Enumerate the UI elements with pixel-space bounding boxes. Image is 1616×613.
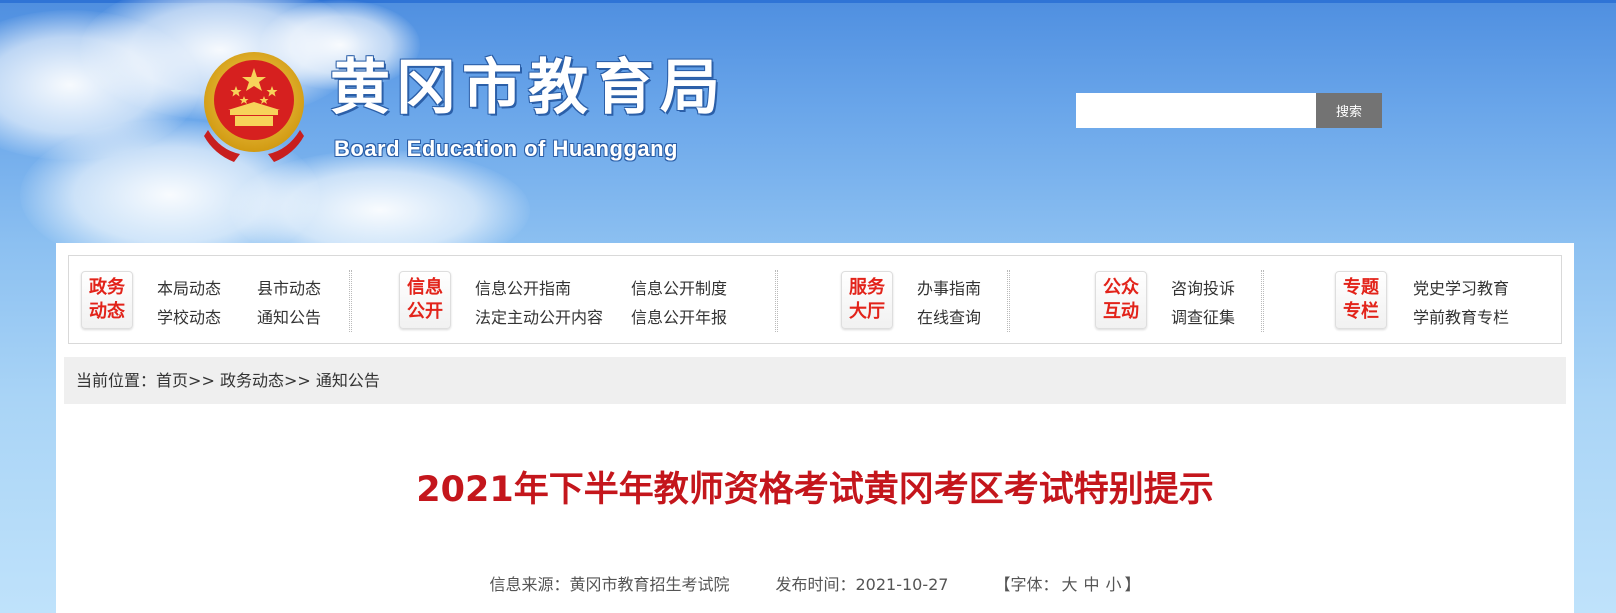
nav-divider xyxy=(1007,270,1010,332)
article-meta: 信息来源：黄冈市教育招生考试院 发布时间：2021-10-27 【字体：大中小】 xyxy=(56,571,1574,595)
breadcrumb-home[interactable]: 首页 xyxy=(156,357,188,404)
nav-divider xyxy=(349,270,352,332)
date-label: 发布时间： xyxy=(775,575,856,594)
nav-icon-label: 动态 xyxy=(89,301,125,322)
nav-icon-info-disclosure: 信息 公开 xyxy=(399,271,451,329)
font-size-label-open: 【字体： xyxy=(994,575,1059,594)
nav-icon-label: 互动 xyxy=(1103,301,1139,322)
nav-link-party-history[interactable]: 党史学习教育 xyxy=(1413,275,1509,299)
font-size-label-close: 】 xyxy=(1124,575,1141,594)
nav-divider xyxy=(1261,270,1264,332)
nav-link-statutory-disclosure[interactable]: 法定主动公开内容 xyxy=(475,304,603,328)
national-emblem-logo xyxy=(204,52,304,162)
site-title: 黄冈市教育局 xyxy=(330,53,726,123)
breadcrumb-notices[interactable]: 通知公告 xyxy=(316,357,380,404)
main-content-panel: 政务 动态 本局动态 县市动态 学校动态 通知公告 信息 公开 信息公开指南 信… xyxy=(56,243,1574,613)
nav-link-preschool-education[interactable]: 学前教育专栏 xyxy=(1413,304,1509,328)
article-title: 2021年下半年教师资格考试黄冈考区考试特别提示 xyxy=(416,470,1214,510)
nav-icon-label: 公众 xyxy=(1103,277,1139,298)
publish-date: 2021-10-27 xyxy=(855,575,949,594)
source-label: 信息来源： xyxy=(489,575,570,594)
breadcrumb-government-news[interactable]: 政务动态 xyxy=(220,357,284,404)
nav-link-consult-complaint[interactable]: 咨询投诉 xyxy=(1171,275,1235,299)
font-size-large-link[interactable]: 大 xyxy=(1061,571,1077,595)
category-nav: 政务 动态 本局动态 县市动态 学校动态 通知公告 信息 公开 信息公开指南 信… xyxy=(68,255,1562,344)
nav-icon-special-topics: 专题 专栏 xyxy=(1335,271,1387,329)
nav-icon-label: 信息 xyxy=(407,277,443,298)
nav-icon-label: 专题 xyxy=(1343,277,1379,298)
nav-icon-label: 专栏 xyxy=(1343,301,1379,322)
nav-link-disclosure-guide[interactable]: 信息公开指南 xyxy=(475,275,571,299)
nav-link-school-news[interactable]: 学校动态 xyxy=(157,304,221,328)
font-size-small-link[interactable]: 小 xyxy=(1106,571,1122,595)
nav-link-notices[interactable]: 通知公告 xyxy=(257,304,321,328)
nav-link-bureau-news[interactable]: 本局动态 xyxy=(157,275,221,299)
nav-icon-service-hall: 服务 大厅 xyxy=(841,271,893,329)
nav-divider xyxy=(775,270,778,332)
search-button[interactable]: 搜索 xyxy=(1316,93,1382,128)
nav-link-online-query[interactable]: 在线查询 xyxy=(917,304,981,328)
search-input[interactable] xyxy=(1076,93,1316,128)
nav-icon-government-news: 政务 动态 xyxy=(81,271,133,329)
site-subtitle: Board Education of Huanggang xyxy=(334,136,678,161)
nav-icon-public-interaction: 公众 互动 xyxy=(1095,271,1147,329)
nav-link-disclosure-rules[interactable]: 信息公开制度 xyxy=(631,275,727,299)
nav-icon-label: 政务 xyxy=(89,277,125,298)
font-size-medium-link[interactable]: 中 xyxy=(1084,571,1100,595)
breadcrumb-prefix: 当前位置： xyxy=(76,371,157,390)
nav-link-survey[interactable]: 调查征集 xyxy=(1171,304,1235,328)
nav-icon-label: 大厅 xyxy=(849,301,885,322)
nav-link-disclosure-annual-report[interactable]: 信息公开年报 xyxy=(631,304,727,328)
breadcrumb: 当前位置：首页>> 政务动态>> 通知公告 xyxy=(64,357,1566,404)
nav-icon-label: 公开 xyxy=(407,301,443,322)
breadcrumb-separator: >> xyxy=(283,371,311,390)
nav-link-service-guide[interactable]: 办事指南 xyxy=(917,275,981,299)
article-source: 黄冈市教育招生考试院 xyxy=(569,575,730,594)
nav-icon-label: 服务 xyxy=(849,277,885,298)
nav-link-county-news[interactable]: 县市动态 xyxy=(257,275,321,299)
breadcrumb-separator: >> xyxy=(188,371,215,390)
